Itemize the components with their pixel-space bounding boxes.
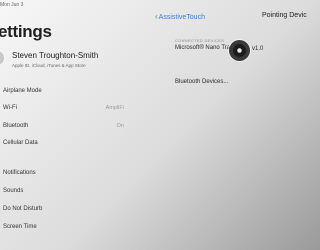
settings-item-label: Wi-Fi [3,105,17,111]
settings-item-label: Bluetooth [3,123,29,129]
back-button[interactable]: ‹AssistiveTouch [155,12,205,21]
settings-item-airplane-mode[interactable]: Airplane Mode [3,88,124,97]
settings-item-label: Airplane Mode [3,88,42,94]
settings-item-wifi[interactable]: Wi-Fi AmpliFi [3,105,124,114]
settings-item-sounds[interactable]: Sounds [3,188,124,197]
settings-list: Airplane Mode Wi-Fi AmpliFi Bluetooth On… [0,0,150,250]
wifi-network-value: AmpliFi [105,105,124,111]
settings-item-label: Do Not Disturb [3,206,43,212]
settings-item-screen-time[interactable]: Screen Time [3,224,124,233]
chevron-left-icon: ‹ [155,12,158,21]
bluetooth-status-value: On [116,123,124,129]
settings-item-label: Cellular Data [3,140,38,146]
connected-device-row[interactable]: Microsoft® Nano Tran [175,45,233,51]
bluetooth-devices-link[interactable]: Bluetooth Devices... [175,79,228,85]
settings-item-label: Sounds [3,188,24,194]
settings-item-notifications[interactable]: Notifications [3,170,124,179]
section-header-connected-devices: CONNECTED DEVICES [175,38,225,43]
settings-item-cellular-data[interactable]: Cellular Data [3,140,124,149]
settings-item-do-not-disturb[interactable]: Do Not Disturb [3,206,124,215]
device-version: v1.0 [252,46,264,52]
settings-item-label: Notifications [3,170,36,176]
back-button-label: AssistiveTouch [158,14,205,21]
detail-title: Pointing Devic [262,12,307,19]
pointer-cursor-icon [229,40,250,61]
settings-item-label: Screen Time [3,224,37,230]
detail-nav-bar: ‹AssistiveTouch Pointing Devic [150,11,307,25]
settings-item-bluetooth[interactable]: Bluetooth On [3,123,124,132]
device-name: Microsoft® Nano Tran [175,45,234,51]
